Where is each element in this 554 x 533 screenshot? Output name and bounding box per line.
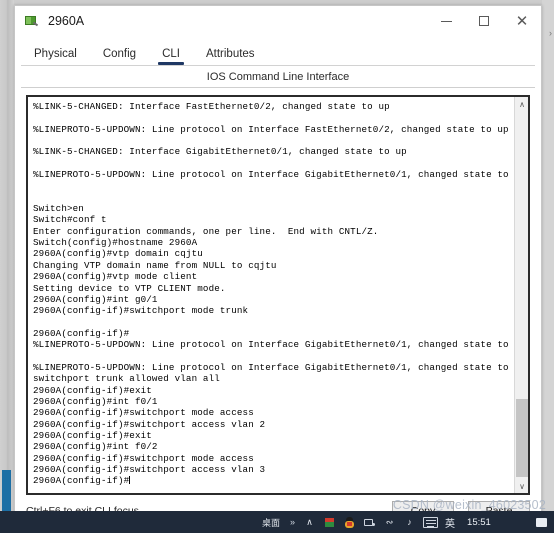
taskbar-desktop-label[interactable]: 桌面 (262, 516, 280, 529)
terminal-scrollbar[interactable]: ∧ ∨ (514, 97, 528, 493)
screen-root: › 2960A ✕ Physical Config CLI Attributes… (0, 0, 554, 533)
scroll-up-icon[interactable]: ∧ (515, 97, 529, 111)
tab-cli-underline (158, 62, 184, 65)
title-bar: 2960A ✕ (15, 6, 541, 36)
tab-attributes-label: Attributes (205, 48, 255, 60)
tab-physical-label: Physical (34, 48, 77, 60)
overflow-chevron-icon[interactable]: » (290, 517, 295, 527)
background-right-strip: › (542, 0, 554, 520)
tab-config-underline (99, 62, 140, 65)
cli-header-label: IOS Command Line Interface (206, 70, 350, 83)
device-window: 2960A ✕ Physical Config CLI Attributes I… (14, 5, 542, 521)
monitor-icon[interactable] (363, 516, 376, 529)
tab-physical[interactable]: Physical (21, 46, 90, 65)
terminal-scrollbar-thumb[interactable] (516, 399, 528, 477)
maximize-button[interactable] (465, 6, 503, 36)
tab-attributes-underline (202, 62, 259, 65)
minimize-icon (440, 20, 452, 22)
terminal-panel: %LINK-5-CHANGED: Interface FastEthernet0… (26, 95, 530, 495)
qq-penguin-icon[interactable] (343, 516, 356, 529)
terminal-output-area[interactable]: %LINK-5-CHANGED: Interface FastEthernet0… (28, 97, 514, 493)
flag-icon[interactable] (323, 516, 336, 529)
scroll-down-icon[interactable]: ∨ (515, 479, 529, 493)
tab-bar: Physical Config CLI Attributes (21, 40, 535, 66)
windows-taskbar: 桌面 » ∧ ∾ ♪ 英 15:51 (0, 511, 554, 533)
window-title: 2960A (48, 14, 85, 28)
taskbar-clock[interactable]: 15:51 (467, 517, 491, 528)
tab-config[interactable]: Config (90, 46, 149, 65)
minimize-button[interactable] (427, 6, 465, 36)
show-hidden-icons-arrow-icon[interactable]: ∧ (303, 516, 316, 529)
close-button[interactable]: ✕ (503, 6, 541, 36)
switch-device-icon (24, 13, 40, 29)
taskbar-left-region (0, 511, 250, 533)
close-icon: ✕ (515, 12, 529, 30)
keyboard-icon[interactable] (423, 516, 439, 528)
window-controls: ✕ (427, 6, 541, 36)
network-icon[interactable]: ∾ (383, 516, 396, 529)
tab-cli[interactable]: CLI (149, 46, 193, 65)
tab-physical-underline (30, 62, 81, 65)
chevron-right-icon: › (549, 28, 552, 38)
cli-section-header: IOS Command Line Interface (21, 66, 535, 88)
terminal-caret (129, 476, 131, 485)
terminal-text: %LINK-5-CHANGED: Interface FastEthernet0… (33, 101, 509, 487)
volume-icon[interactable]: ♪ (403, 516, 416, 529)
ime-chinese-icon[interactable]: 英 (445, 515, 455, 530)
maximize-icon (479, 16, 489, 26)
system-tray: ∧ ∾ ♪ 英 (303, 515, 455, 530)
notification-center-icon[interactable] (534, 516, 548, 528)
background-left-scrollbar[interactable] (0, 0, 14, 520)
tab-cli-label: CLI (162, 48, 180, 60)
tab-attributes[interactable]: Attributes (193, 46, 268, 65)
tab-config-label: Config (102, 48, 137, 60)
